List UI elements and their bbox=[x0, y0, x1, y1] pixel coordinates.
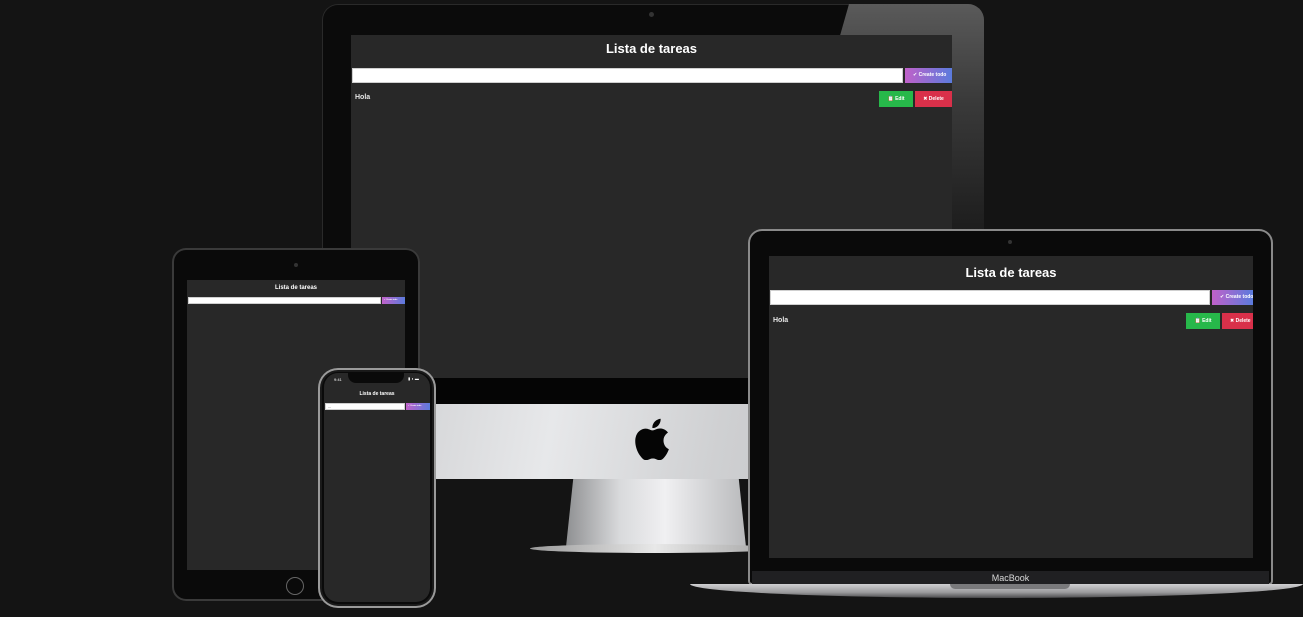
signal-wifi-battery-icon: ▮ ◗ ▬ bbox=[408, 376, 419, 381]
phone-create-todo-button[interactable]: ✔ Create todo bbox=[406, 403, 430, 410]
phone-todo-input[interactable]: — bbox=[325, 403, 405, 410]
page-title: Lista de tareas bbox=[605, 41, 698, 56]
macbook-opening-notch bbox=[950, 584, 1070, 589]
imac-camera-icon bbox=[649, 12, 654, 17]
apple-logo-icon bbox=[635, 418, 669, 460]
macbook-create-todo-label: ✔ Create todo bbox=[1220, 294, 1253, 300]
todo-input[interactable] bbox=[352, 68, 903, 83]
macbook-camera-icon bbox=[1008, 240, 1012, 244]
iphone-screen: 9:41 ▮ ◗ ▬ Lista de tareas — ✔ Create to… bbox=[324, 373, 430, 602]
macbook-create-todo-button[interactable]: ✔ Create todo bbox=[1212, 290, 1253, 305]
macbook-screen: Lista de tareas ✔ Create todo Hola 📋 Edi… bbox=[769, 256, 1253, 558]
macbook-todo-input[interactable] bbox=[770, 290, 1210, 305]
imac-stand-base bbox=[530, 544, 780, 553]
ipad-create-todo-button[interactable]: ✔ Create todo bbox=[382, 297, 405, 304]
ipad-camera-icon bbox=[294, 263, 298, 267]
home-button-icon[interactable] bbox=[286, 577, 304, 595]
task-item-text: Hola bbox=[355, 94, 371, 101]
ipad-page-title: Lista de tareas bbox=[274, 285, 318, 291]
delete-label: ✖ Delete bbox=[923, 96, 944, 102]
edit-button[interactable]: 📋 Edit bbox=[879, 91, 913, 107]
macbook-brand-label: MacBook bbox=[991, 573, 1030, 583]
create-todo-button[interactable]: ✔ Create todo bbox=[905, 68, 952, 83]
macbook-delete-label: ✖ Delete bbox=[1230, 318, 1251, 324]
phone-create-todo-label: ✔ Create todo bbox=[408, 405, 422, 407]
macbook-page-title: Lista de tareas bbox=[965, 265, 1057, 280]
phone-status-time: 9:41 bbox=[334, 377, 342, 382]
ipad-create-todo-label: ✔ Create todo bbox=[384, 299, 398, 301]
imac-stand bbox=[566, 479, 746, 547]
delete-button[interactable]: ✖ Delete bbox=[915, 91, 952, 107]
macbook-delete-button[interactable]: ✖ Delete bbox=[1222, 313, 1253, 329]
create-todo-label: ✔ Create todo bbox=[913, 72, 947, 78]
phone-input-value: — bbox=[328, 405, 331, 409]
edit-label: 📋 Edit bbox=[887, 96, 905, 102]
phone-page-title: Lista de tareas bbox=[359, 391, 395, 397]
macbook-edit-button[interactable]: 📋 Edit bbox=[1186, 313, 1220, 329]
macbook-task-item-text: Hola bbox=[773, 317, 789, 324]
macbook-edit-label: 📋 Edit bbox=[1194, 318, 1212, 324]
ipad-todo-input[interactable] bbox=[188, 297, 381, 304]
iphone-notch bbox=[348, 372, 404, 383]
